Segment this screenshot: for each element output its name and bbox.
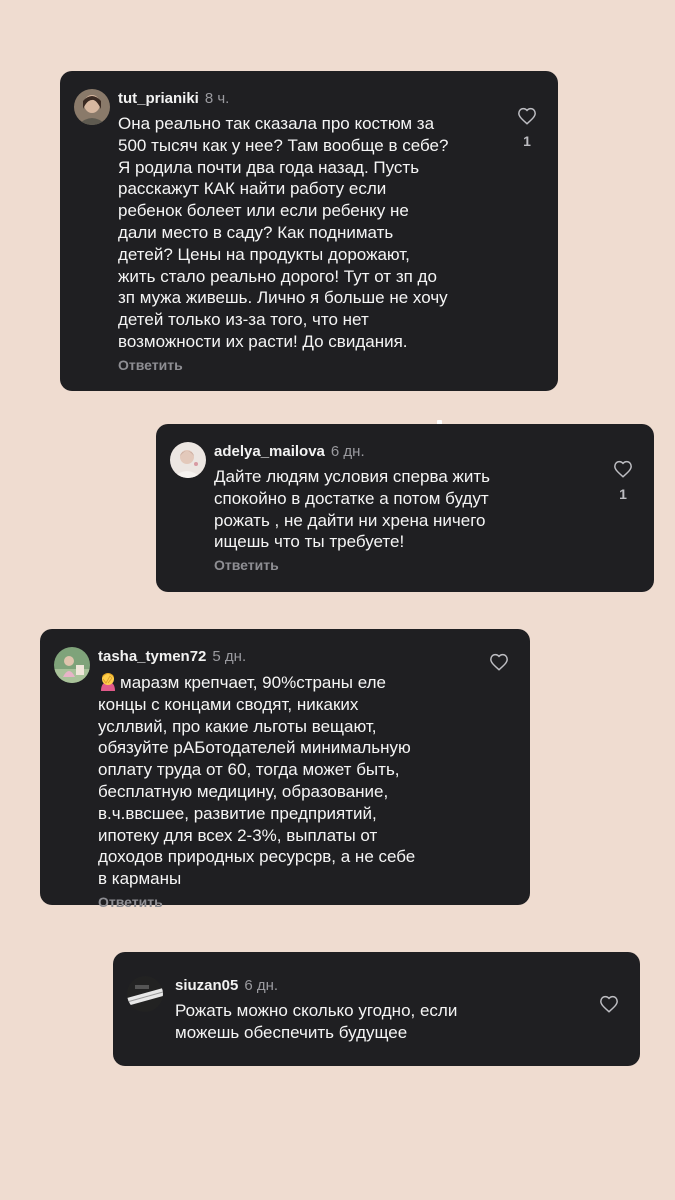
comment-card-2: adelya_mailova 6 дн. Дайте людям условия … [156,424,654,592]
comment-text: Она реально так сказала про костюм за 50… [118,114,449,351]
comment-meta: siuzan05 6 дн. [175,976,578,996]
avatar[interactable] [74,89,110,125]
comment-text: Дайте людям условия сперва жить спокойно… [214,467,491,552]
avatar[interactable] [170,442,206,478]
comment-card-1: tut_prianiki 8 ч. Она реально так сказала… [60,71,558,391]
like-section: 1 [612,460,634,502]
reply-button[interactable]: Ответить [98,894,163,910]
reply-button[interactable]: Ответить [214,557,279,573]
comment-card-3: tasha_tymen72 5 дн. маразм крепчает, 90%с… [40,629,530,910]
timestamp: 5 дн. [212,648,247,665]
heart-outline-icon[interactable] [613,460,633,478]
timestamp: 6 дн. [244,977,279,994]
comment-body: tut_prianiki 8 ч. Она реально так сказала… [118,89,496,375]
avatar[interactable] [54,647,90,683]
username[interactable]: adelya_mailova [214,443,325,460]
comment-meta: tut_prianiki 8 ч. [118,89,496,109]
heart-outline-icon[interactable] [489,653,509,671]
like-section [488,653,510,671]
username[interactable]: tasha_tymen72 [98,648,206,665]
reply-button[interactable]: Ответить [118,357,183,373]
like-count: 1 [619,486,627,502]
person-facepalming-emoji [101,673,115,691]
timestamp: 6 дн. [330,443,365,460]
comment-body: siuzan05 6 дн. Рожать можно сколько угодн… [175,976,578,1044]
comment-card-4: siuzan05 6 дн. Рожать можно сколько угодн… [113,952,640,1066]
username[interactable]: tut_prianiki [118,90,199,107]
comment-text: Рожать можно сколько угодно, если можешь… [175,1001,458,1042]
comment-meta: tasha_tymen72 5 дн. [98,647,468,667]
like-count: 1 [523,133,531,149]
comment-body: tasha_tymen72 5 дн. маразм крепчает, 90%с… [98,647,468,912]
comment-text: маразм крепчает, 90%страны еле концы с к… [98,671,468,890]
comment-body: adelya_mailova 6 дн. Дайте людям условия … [214,442,592,575]
comment-meta: adelya_mailova 6 дн. [214,442,592,462]
heart-outline-icon[interactable] [517,107,537,125]
timestamp: 8 ч. [204,90,230,107]
comment-text-content: маразм крепчает, 90%страны еле концы с к… [98,673,416,889]
like-section: 1 [516,107,538,149]
avatar[interactable] [127,976,163,1012]
heart-outline-icon[interactable] [599,995,619,1013]
like-section [598,995,620,1013]
username[interactable]: siuzan05 [175,977,238,994]
